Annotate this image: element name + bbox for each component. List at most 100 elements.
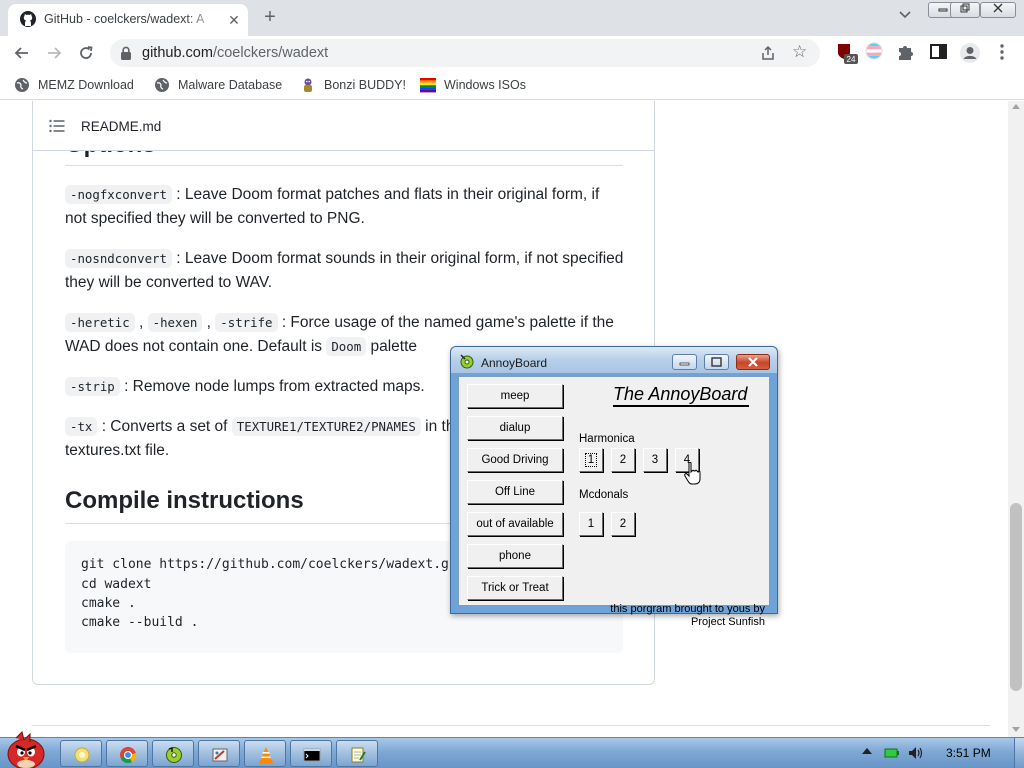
tab-strip: GitHub - coelckers/wadext: A ✕ + xyxy=(0,0,1024,36)
phone-button[interactable]: phone xyxy=(467,544,563,568)
menu-kebab-icon[interactable] xyxy=(992,41,1016,65)
notepad-icon xyxy=(351,747,366,763)
tab-search-chevron-icon[interactable] xyxy=(894,8,916,28)
taskbar-chrome-button[interactable] xyxy=(106,740,148,767)
tray-overflow-arrow-icon[interactable] xyxy=(862,748,872,754)
globe-icon xyxy=(15,78,29,92)
compile-heading: Compile instructions xyxy=(65,487,304,514)
battery-icon[interactable] xyxy=(884,747,900,759)
mcdonals-button-1[interactable]: 1 xyxy=(579,512,603,536)
github-icon xyxy=(20,11,36,27)
taskbar-notepad-button[interactable] xyxy=(336,740,378,767)
annoyboard-close-button[interactable] xyxy=(736,354,770,370)
extensions-puzzle-icon[interactable] xyxy=(896,41,920,65)
bookmark-label: Bonzi BUDDY! xyxy=(324,78,406,92)
side-panel-icon[interactable] xyxy=(928,41,952,65)
option-nogfxconvert: -nogfxconvert : Leave Doom format patche… xyxy=(65,183,625,231)
cd-music-icon xyxy=(166,747,182,763)
speaker-icon[interactable] xyxy=(908,746,924,760)
out-of-available-button[interactable]: out of available xyxy=(467,512,563,536)
chrome-icon xyxy=(120,747,137,764)
globe-icon xyxy=(155,78,169,92)
taskbar: 3:51 PM xyxy=(0,731,1024,768)
taskbar-explorer-button[interactable] xyxy=(60,740,102,767)
off-line-button[interactable]: Off Line xyxy=(467,480,563,504)
url-path: /coelckers/wadext xyxy=(212,45,329,61)
mcdonals-button-2[interactable]: 2 xyxy=(611,512,635,536)
window-close-button[interactable] xyxy=(980,2,1016,18)
back-arrow-icon[interactable] xyxy=(10,41,34,65)
url-text[interactable]: github.com/coelckers/wadext xyxy=(142,45,328,61)
trick-or-treat-button[interactable]: Trick or Treat xyxy=(467,576,563,600)
annoyboard-heading: The AnnoyBoard xyxy=(613,383,750,407)
taskbar-cmd-button[interactable] xyxy=(290,740,332,767)
meep-button[interactable]: meep xyxy=(467,384,563,408)
option-flag: -strip xyxy=(65,377,120,396)
taskbar-annoyboard-button[interactable] xyxy=(152,740,194,767)
bookmark-malware-database[interactable]: Malware Database xyxy=(154,76,282,94)
taskbar-clock[interactable]: 3:51 PM xyxy=(946,746,991,760)
tab-close-icon[interactable]: ✕ xyxy=(226,12,242,28)
harmonica-button-2[interactable]: 2 xyxy=(611,448,635,472)
page-scrollbar[interactable] xyxy=(1008,101,1024,737)
credit-line: Project Sunfish xyxy=(691,616,765,628)
bookmark-bonzi-buddy[interactable]: Bonzi BUDDY! xyxy=(300,76,406,94)
browser-toolbar: github.com/coelckers/wadext ☆ 24 xyxy=(0,36,1024,70)
scroll-down-arrow-icon[interactable] xyxy=(1012,727,1020,732)
share-icon[interactable] xyxy=(760,45,778,61)
option-description: : Remove node lumps from extracted maps. xyxy=(119,378,425,395)
vlc-icon xyxy=(259,747,273,764)
separator: , xyxy=(134,314,148,331)
annoyboard-credit: this porgram brought to yous by Project … xyxy=(599,603,765,629)
bookmark-label: Malware Database xyxy=(178,78,283,92)
footer-divider xyxy=(32,725,990,726)
browser-tab[interactable]: GitHub - coelckers/wadext: A ✕ xyxy=(8,4,248,36)
annoyboard-maximize-button[interactable] xyxy=(704,354,729,370)
separator: , xyxy=(202,314,216,331)
address-bar[interactable]: github.com/coelckers/wadext ☆ xyxy=(110,39,820,67)
code-line: cmake --build . xyxy=(81,615,199,630)
option-flag: -strife xyxy=(215,313,278,332)
bookmark-windows-isos[interactable]: Windows ISOs xyxy=(420,76,526,94)
trans-flag-extension-icon[interactable] xyxy=(864,41,888,65)
harmonica-button-3[interactable]: 3 xyxy=(643,448,667,472)
option-flag: -tx xyxy=(65,417,98,436)
option-flag: -nosndconvert xyxy=(65,249,172,268)
bookmark-label: MEMZ Download xyxy=(38,78,134,92)
show-desktop-button[interactable] xyxy=(1014,738,1024,768)
paint-icon xyxy=(212,748,228,762)
forward-arrow-icon[interactable] xyxy=(42,41,66,65)
taskbar-vlc-button[interactable] xyxy=(244,740,286,767)
url-host: github.com xyxy=(142,45,213,61)
hand-cursor-icon xyxy=(684,462,701,485)
readme-sticky-header: README.md xyxy=(33,101,654,151)
option-description-end: palette xyxy=(366,338,418,355)
angry-bird-start-icon[interactable] xyxy=(4,730,48,768)
profile-avatar-icon[interactable] xyxy=(958,41,982,65)
lock-icon[interactable] xyxy=(120,46,132,60)
inline-code: Doom xyxy=(326,337,367,356)
good-driving-button[interactable]: Good Driving xyxy=(467,448,563,472)
dialup-button[interactable]: dialup xyxy=(467,416,563,440)
harmonica-label: Harmonica xyxy=(579,433,635,445)
cmd-icon xyxy=(303,748,321,762)
mcdonals-label: Mcdonals xyxy=(579,489,629,501)
annoyboard-window-title: AnnoyBoard xyxy=(481,356,548,370)
scroll-up-arrow-icon[interactable] xyxy=(1012,104,1020,109)
rainbow-flag-icon xyxy=(420,78,436,93)
harmonica-button-1[interactable]: 1 xyxy=(579,448,603,472)
bookmark-star-icon[interactable]: ☆ xyxy=(792,43,810,61)
reload-icon[interactable] xyxy=(74,41,98,65)
heading-divider xyxy=(65,165,623,166)
annoyboard-titlebar[interactable]: AnnoyBoard xyxy=(451,347,777,373)
code-line: cd wadext xyxy=(81,577,152,592)
outline-list-icon[interactable] xyxy=(49,119,65,133)
scroll-thumb[interactable] xyxy=(1010,503,1022,691)
taskbar-paint-button[interactable] xyxy=(198,740,240,767)
button-label: 1 xyxy=(584,453,598,467)
window-restore-button[interactable] xyxy=(950,2,980,18)
bookmark-memz[interactable]: MEMZ Download xyxy=(14,76,134,94)
new-tab-button[interactable]: + xyxy=(258,6,282,30)
ublock-extension-icon[interactable]: 24 xyxy=(834,41,858,65)
annoyboard-minimize-button[interactable] xyxy=(672,354,697,370)
